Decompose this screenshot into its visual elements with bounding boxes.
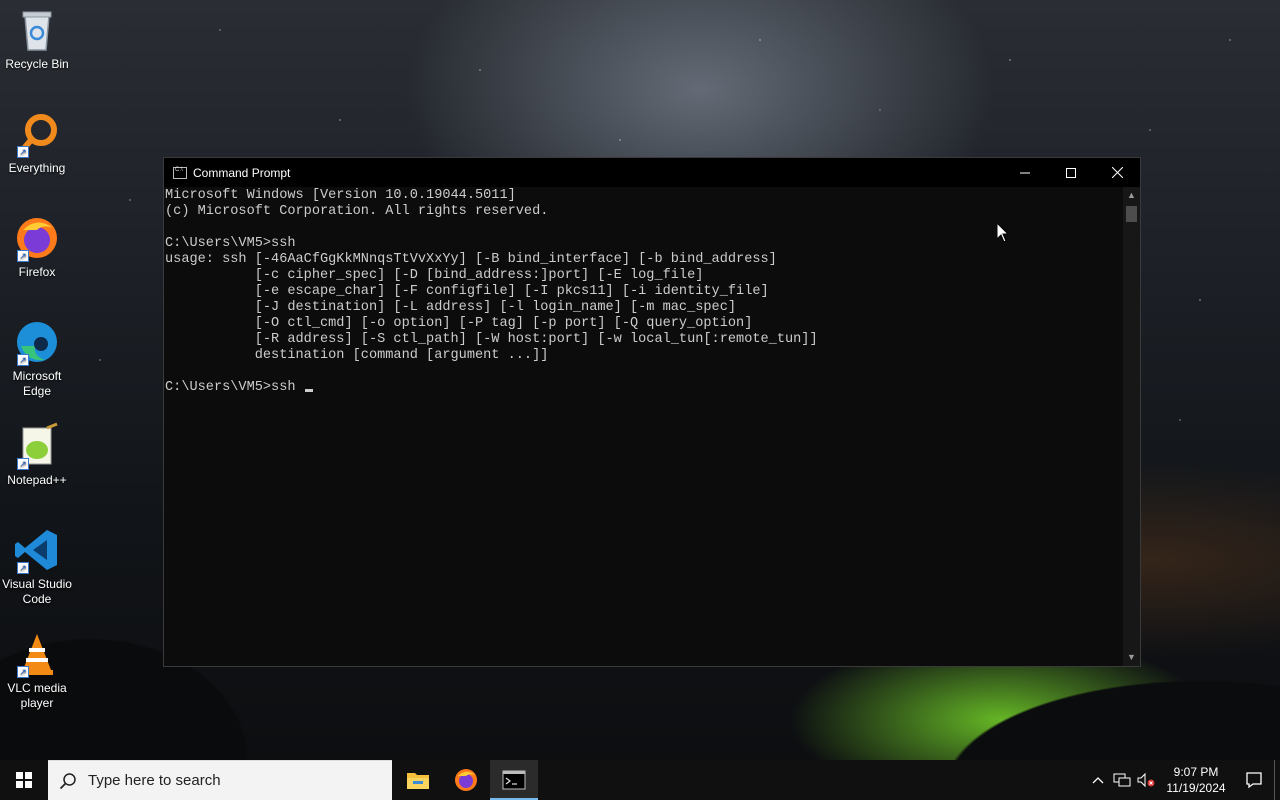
edge-icon: ↗ [13,318,61,366]
shortcut-arrow-icon: ↗ [17,354,29,366]
clock-time: 9:07 PM [1173,765,1219,779]
scroll-up-icon[interactable]: ▲ [1123,187,1140,204]
start-button[interactable] [0,760,48,800]
shortcut-arrow-icon: ↗ [17,562,29,574]
minimize-button[interactable] [1002,158,1048,187]
recycle-bin-icon [13,6,61,54]
network-icon[interactable] [1110,760,1134,800]
firefox-icon: ↗ [13,214,61,262]
volume-muted-icon[interactable] [1134,760,1158,800]
show-hidden-icons-chevron-up-icon[interactable] [1086,760,1110,800]
prompt-text: C:\Users\VM5>ssh [165,380,304,395]
console-line: [-J destination] [-L address] [-l login_… [165,300,737,315]
console-line: ​ [165,364,1122,380]
clock-date: 11/19/2024 [1166,781,1226,795]
command-prompt-icon [502,770,526,790]
maximize-button[interactable] [1048,158,1094,187]
close-icon [1111,167,1123,178]
console-line: [-O ctl_cmd] [-o option] [-P tag] [-p po… [165,316,753,331]
window-title: Command Prompt [193,165,291,180]
console-line: usage: ssh [-46AaCfGgKkMNnqsTtVvXxYy] [-… [165,252,777,267]
console-line: [-c cipher_spec] [-D [bind_address:]port… [165,268,704,283]
desktop-icon-label: Microsoft Edge [12,369,62,398]
desktop-icon-label: Recycle Bin [5,57,69,71]
notification-icon [1246,772,1262,789]
desktop-icon-label: Firefox [18,265,56,279]
console-line: C:\Users\VM5>ssh [165,236,296,251]
show-desktop-button[interactable] [1274,760,1280,800]
command-prompt-window[interactable]: Command Prompt Microsoft Windows [Versio… [163,157,1141,667]
vscode-icon: ↗ [13,526,61,574]
taskbar-clock[interactable]: 9:07 PM 11/19/2024 [1158,764,1234,796]
console-line: (c) Microsoft Corporation. All rights re… [165,204,549,219]
window-titlebar[interactable]: Command Prompt [164,158,1140,187]
console-output[interactable]: Microsoft Windows [Version 10.0.19044.50… [164,187,1122,666]
vertical-scrollbar[interactable]: ▲ ▼ [1123,187,1140,666]
command-prompt-icon [173,166,187,179]
shortcut-arrow-icon: ↗ [17,146,29,158]
firefox-icon [455,769,477,791]
desktop-icon-everything[interactable]: ↗ Everything [0,110,74,176]
system-tray: 9:07 PM 11/19/2024 [1086,760,1280,800]
console-line: ​ [165,220,1122,236]
console-line: Microsoft Windows [Version 10.0.19044.50… [165,188,516,203]
search-placeholder: Type here to search [88,772,221,789]
scroll-down-icon[interactable]: ▼ [1123,649,1140,666]
shortcut-arrow-icon: ↗ [17,666,29,678]
minimize-icon [1020,172,1030,173]
taskbar-command-prompt[interactable] [490,760,538,800]
close-button[interactable] [1094,158,1140,187]
shortcut-arrow-icon: ↗ [17,250,29,262]
desktop-icon-recycle-bin[interactable]: Recycle Bin [0,6,74,72]
desktop-icon-notepad-plus-plus[interactable]: ↗ Notepad++ [0,422,74,488]
taskbar-search-box[interactable]: Type here to search [48,760,392,800]
search-icon [48,772,88,790]
shortcut-arrow-icon: ↗ [17,458,29,470]
desktop-icon-label: Notepad++ [7,473,67,487]
console-prompt-line[interactable]: C:\Users\VM5>ssh [165,380,1122,396]
desktop-icon-label: VLC media player [7,681,67,710]
taskbar-file-explorer[interactable] [394,760,442,800]
action-center-button[interactable] [1234,760,1274,800]
console-line: [-e escape_char] [-F configfile] [-I pkc… [165,284,769,299]
desktop-icon-vlc[interactable]: ↗ VLC media player [0,630,74,711]
desktop-icon-vscode[interactable]: ↗ Visual Studio Code [0,526,74,607]
windows-logo-icon [16,772,32,788]
console-line: destination [command [argument ...]] [165,348,549,363]
everything-search-icon: ↗ [13,110,61,158]
text-cursor [304,389,313,392]
desktop-icon-label: Everything [8,161,66,175]
taskbar-firefox[interactable] [442,760,490,800]
desktop-icon-firefox[interactable]: ↗ Firefox [0,214,74,280]
console-line: [-R address] [-S ctl_path] [-W host:port… [165,332,818,347]
maximize-icon [1066,167,1076,178]
vlc-icon: ↗ [13,630,61,678]
desktop-icon-label: Visual Studio Code [2,577,72,606]
desktop-icon-edge[interactable]: ↗ Microsoft Edge [0,318,74,399]
mouse-pointer-icon [997,223,1009,243]
scrollbar-thumb[interactable] [1126,206,1137,222]
taskbar: Type here to search 9:07 PM 11/19/2024 [0,760,1280,800]
file-explorer-icon [407,773,429,789]
notepad-plus-plus-icon: ↗ [13,422,61,470]
